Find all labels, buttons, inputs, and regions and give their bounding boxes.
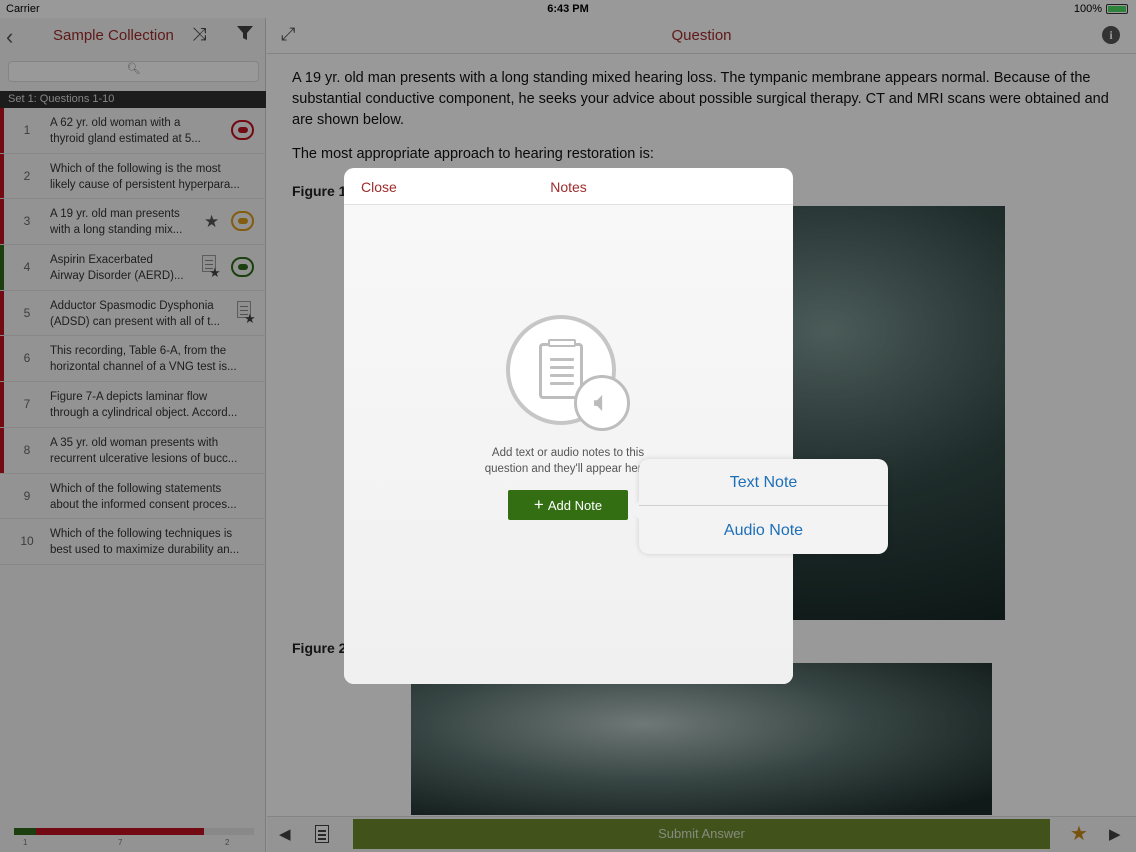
plus-icon: + [533, 495, 544, 514]
description-line: question and they'll appear here. [484, 463, 652, 475]
text-note-option[interactable]: Text Note [639, 459, 888, 506]
add-note-button[interactable]: + Add Note [508, 490, 628, 520]
modal-title: Notes [550, 179, 587, 195]
modal-body: 🔈︎ Add text or audio notes to this quest… [344, 205, 793, 684]
audio-note-option[interactable]: Audio Note [639, 507, 888, 554]
modal-header: Close Notes [344, 168, 793, 205]
notes-empty-description: Add text or audio notes to this question… [468, 445, 668, 477]
notes-modal: Close Notes 🔈︎ Add text or audio notes t… [344, 168, 793, 684]
speaker-icon: 🔈︎ [574, 375, 630, 431]
popover-arrow [630, 501, 639, 519]
add-note-popover: Text Note Audio Note [630, 459, 888, 554]
notes-illustration-icon: 🔈︎ [506, 315, 630, 431]
add-note-label: Add Note [547, 498, 603, 513]
description-line: Add text or audio notes to this [491, 447, 645, 459]
